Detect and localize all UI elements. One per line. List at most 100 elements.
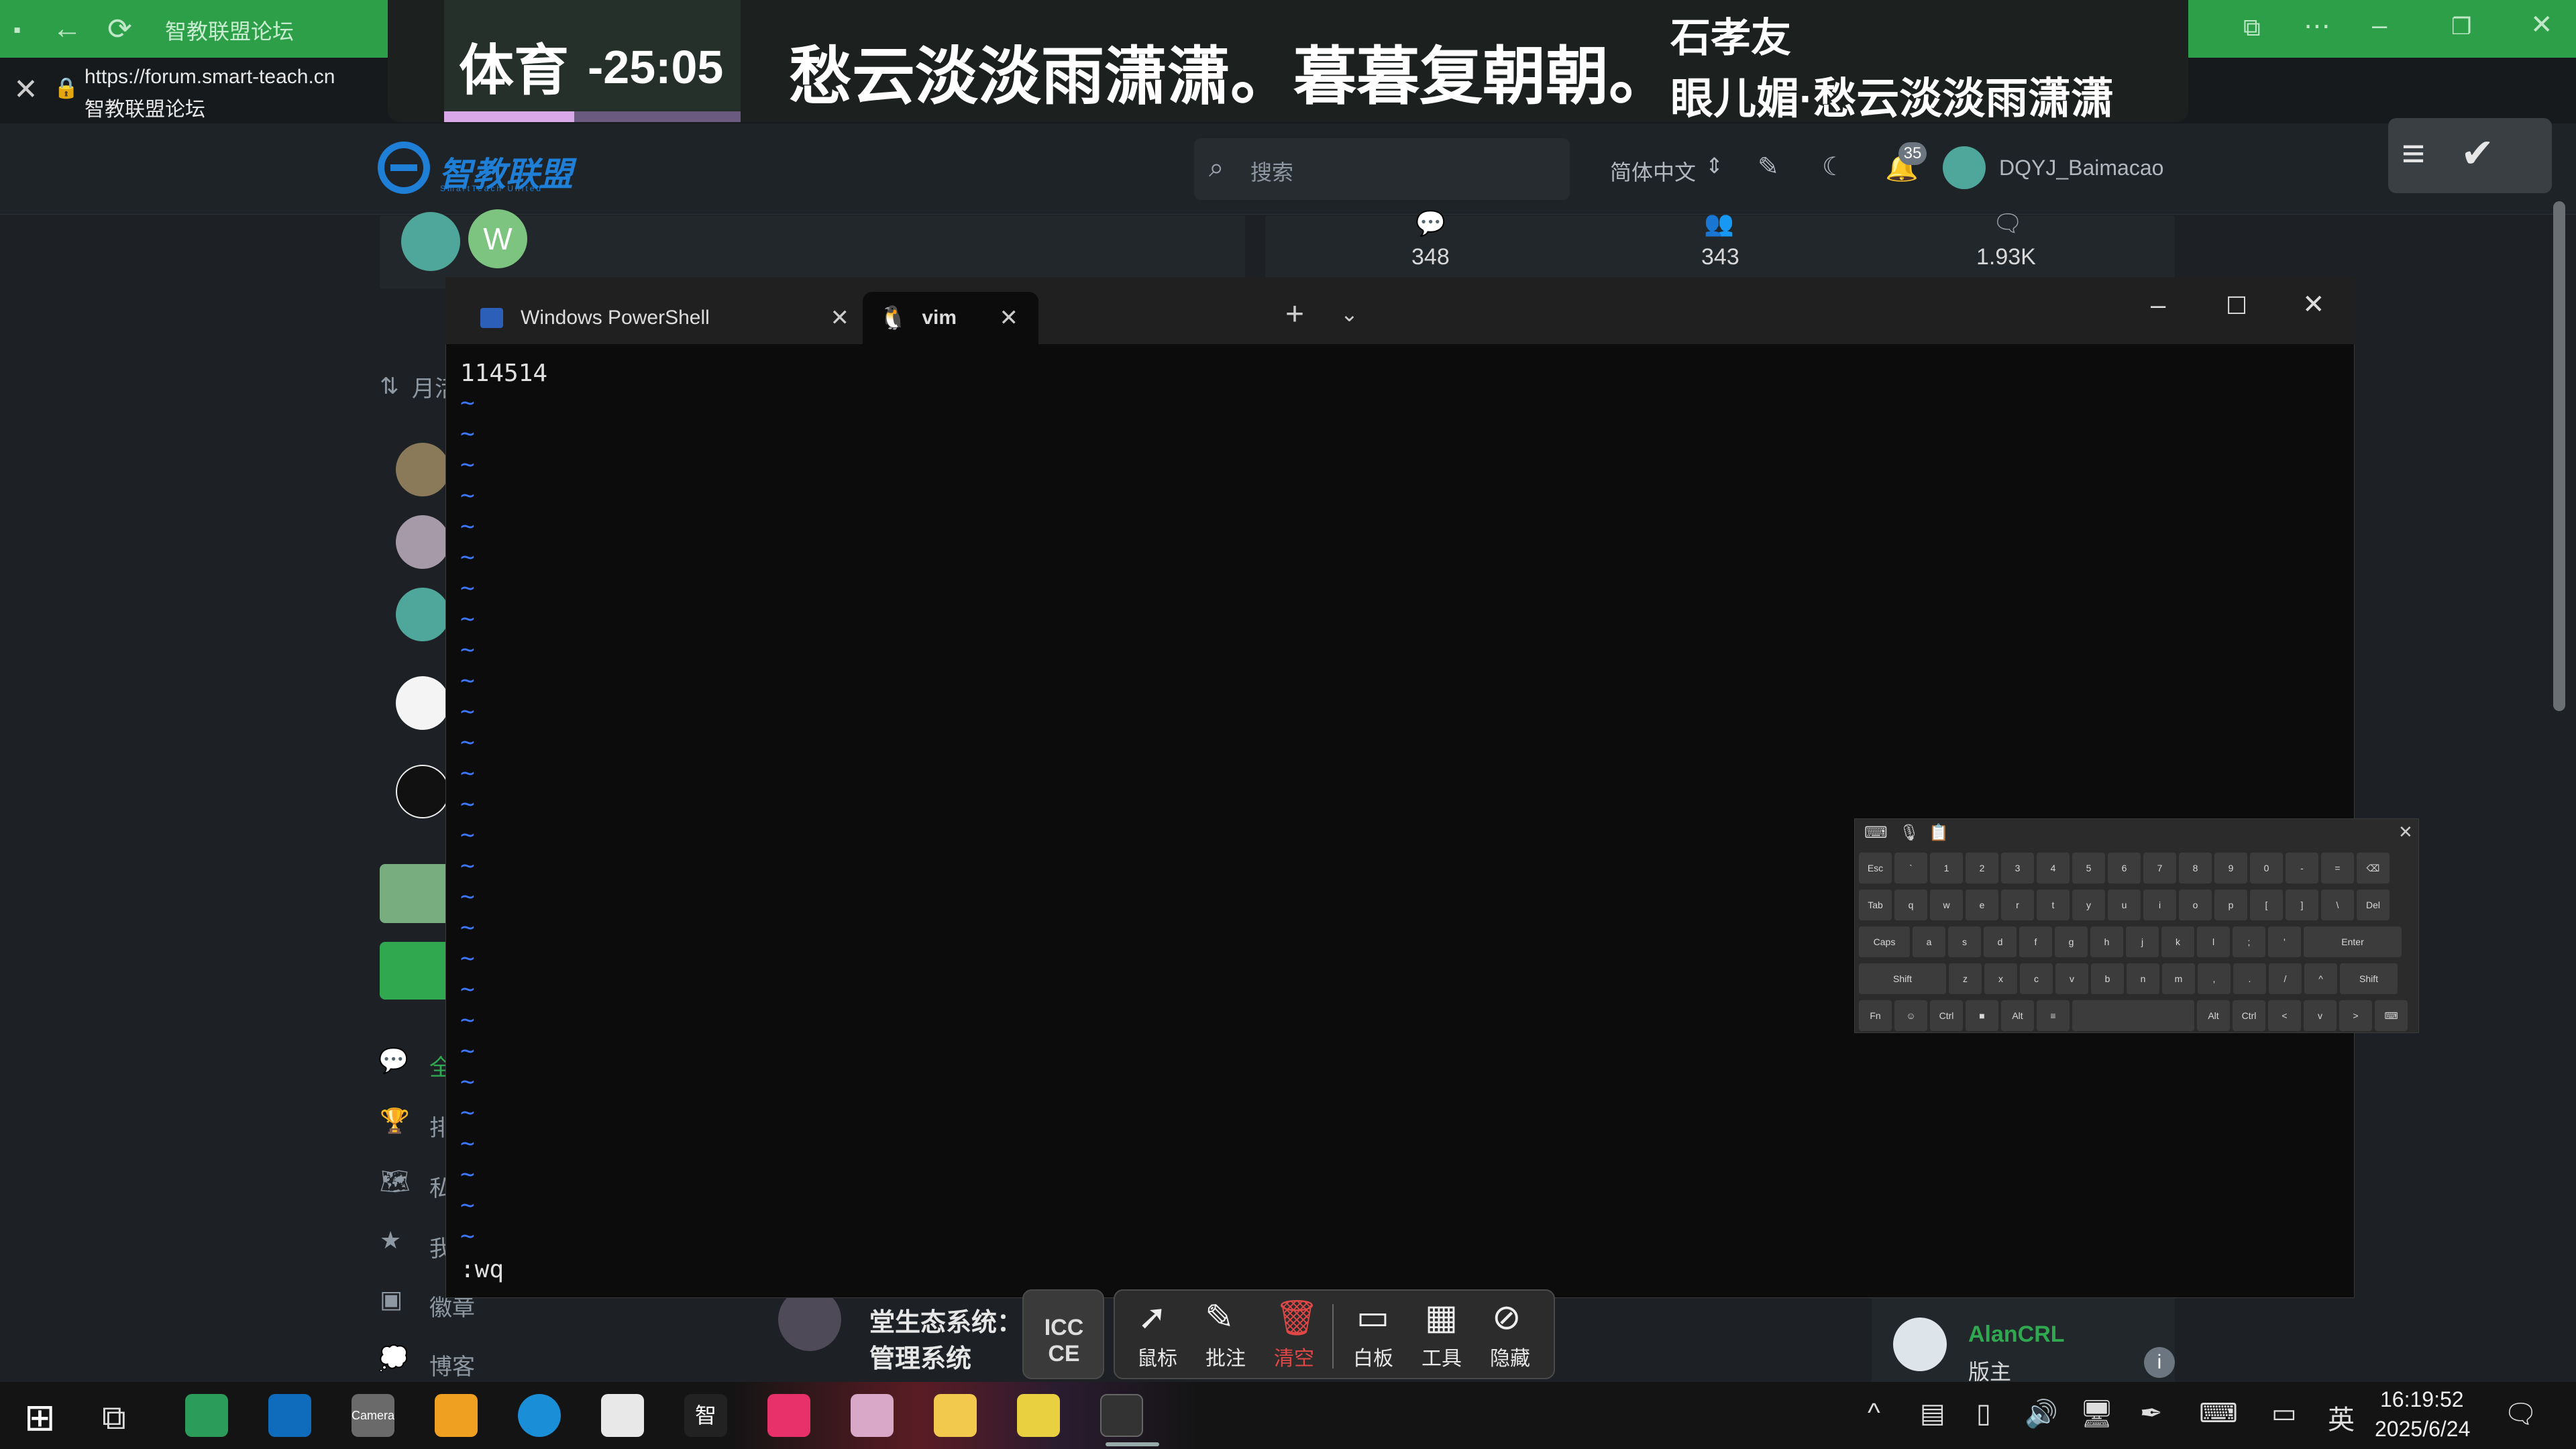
keyboard-key[interactable]: 9: [2214, 853, 2247, 883]
page-scrollbar[interactable]: [2553, 201, 2565, 711]
app-menu-icon[interactable]: ▪: [13, 17, 21, 42]
light-green-button[interactable]: [380, 864, 453, 923]
keyboard-key[interactable]: ≡: [2037, 1000, 2070, 1031]
keyboard-key[interactable]: ': [2268, 926, 2301, 957]
usb-icon[interactable]: ▯: [1976, 1398, 1991, 1429]
keyboard-key[interactable]: n: [2127, 963, 2159, 994]
notification-center-icon[interactable]: 🗨: [2504, 1398, 2538, 1430]
close-tab-icon[interactable]: ✕: [1000, 305, 1019, 331]
keyboard-settings-icon[interactable]: ⌨: [1864, 823, 1888, 843]
keyboard-key[interactable]: 1: [1930, 853, 1963, 883]
maximize-icon[interactable]: ☐: [2226, 292, 2247, 320]
hamburger-icon[interactable]: ≡: [2402, 130, 2425, 176]
keyboard-key[interactable]: 0: [2250, 853, 2283, 883]
url-text[interactable]: https://forum.smart-teach.cn: [85, 66, 335, 89]
keyboard-key[interactable]: i: [2143, 890, 2176, 920]
keyboard-key[interactable]: p: [2214, 890, 2247, 920]
keyboard-key[interactable]: l: [2197, 926, 2230, 957]
keyboard-key[interactable]: [: [2250, 890, 2283, 920]
keyboard-key[interactable]: 3: [2001, 853, 2034, 883]
keyboard-key[interactable]: Alt: [2001, 1000, 2034, 1031]
keyboard-key[interactable]: j: [2126, 926, 2159, 957]
store-icon[interactable]: [435, 1394, 478, 1437]
sidebar-item-blog[interactable]: 博客: [429, 1348, 475, 1381]
keyboard-key[interactable]: >: [2339, 1000, 2372, 1031]
icc-logo-box[interactable]: ICC CE: [1022, 1289, 1104, 1379]
app-green-icon[interactable]: [185, 1394, 228, 1437]
close-keyboard-icon[interactable]: ✕: [2398, 822, 2413, 843]
keyboard-key[interactable]: [2072, 1000, 2194, 1031]
network-icon[interactable]: 🖥: [2080, 1398, 2114, 1430]
icc-taskbar-icon[interactable]: [601, 1394, 644, 1437]
activity-avatar[interactable]: [396, 588, 449, 641]
info-icon[interactable]: i: [2144, 1347, 2175, 1378]
tray-expand-icon[interactable]: ^: [1868, 1398, 1880, 1428]
keyboard-key[interactable]: e: [1966, 890, 1998, 920]
minimize-icon[interactable]: –: [2372, 11, 2387, 41]
ink-clear[interactable]: 清空: [1264, 1342, 1324, 1371]
edit-icon[interactable]: ✎: [1758, 152, 1779, 182]
keyboard-key[interactable]: x: [1984, 963, 2017, 994]
keyboard-key[interactable]: .: [2233, 963, 2266, 994]
keyboard-key[interactable]: c: [2020, 963, 2053, 994]
moderator-name[interactable]: AlanCRL: [1968, 1322, 2065, 1348]
close-app-icon[interactable]: ✕: [13, 72, 38, 107]
ink-tools[interactable]: 工具: [1411, 1342, 1472, 1371]
keyboard-key[interactable]: 8: [2179, 853, 2212, 883]
keyboard-key[interactable]: Shift: [2340, 963, 2398, 994]
keyboard-key[interactable]: Del: [2357, 890, 2390, 920]
users-check-icon[interactable]: ✔: [2461, 130, 2494, 177]
keyboard-key[interactable]: y: [2072, 890, 2105, 920]
keyboard-key[interactable]: 4: [2037, 853, 2070, 883]
keyboard-key[interactable]: 6: [2108, 853, 2141, 883]
tab-vim[interactable]: 🐧 vim ✕: [863, 292, 1038, 344]
keyboard-key[interactable]: g: [2055, 926, 2088, 957]
keyboard-key[interactable]: 7: [2143, 853, 2176, 883]
task-view-icon[interactable]: ⧉: [102, 1398, 126, 1438]
microphone-icon[interactable]: 🎙: [1899, 823, 1919, 843]
user-avatar[interactable]: [1943, 146, 1986, 189]
ink-annotate[interactable]: 批注: [1195, 1342, 1256, 1371]
ink-mouse[interactable]: 鼠标: [1127, 1342, 1187, 1371]
edge-icon[interactable]: [518, 1394, 561, 1437]
keyboard-key[interactable]: ^: [2304, 963, 2337, 994]
member-avatar-w[interactable]: W: [468, 209, 527, 268]
ink-whiteboard[interactable]: 白板: [1343, 1342, 1403, 1371]
refresh-icon[interactable]: ⟳: [107, 12, 132, 46]
keyboard-key[interactable]: Shift: [1859, 963, 1946, 994]
keyboard-key[interactable]: ⌫: [2357, 853, 2390, 883]
keyboard-key[interactable]: Ctrl: [1930, 1000, 1963, 1031]
keyboard-key[interactable]: <: [2268, 1000, 2301, 1031]
keyboard-key[interactable]: Ctrl: [2233, 1000, 2265, 1031]
volume-icon[interactable]: 🔊: [2025, 1398, 2058, 1430]
keyboard-key[interactable]: q: [1894, 890, 1927, 920]
keyboard-key[interactable]: ☺: [1894, 1000, 1927, 1031]
clipboard-icon[interactable]: 📋: [1929, 823, 1949, 843]
vim-command-line[interactable]: :wq: [460, 1256, 504, 1283]
keyboard-key[interactable]: b: [2091, 963, 2124, 994]
clock-date[interactable]: 2025/6/24: [2375, 1417, 2470, 1442]
keyboard-key[interactable]: f: [2019, 926, 2052, 957]
activity-avatar[interactable]: [396, 443, 449, 496]
app-mode-icon[interactable]: ⧉: [2243, 13, 2261, 42]
keyboard-key[interactable]: 2: [1966, 853, 1998, 883]
camera-icon[interactable]: Camera: [352, 1394, 394, 1437]
dark-mode-icon[interactable]: ☾: [1822, 152, 1845, 182]
keyboard-key[interactable]: w: [1930, 890, 1963, 920]
keyboard-key[interactable]: Tab: [1859, 890, 1892, 920]
file-explorer-icon[interactable]: [934, 1394, 977, 1437]
keyboard-key[interactable]: Fn: [1859, 1000, 1892, 1031]
windows-start-icon[interactable]: ⊞: [24, 1395, 56, 1440]
ink-hide[interactable]: 隐藏: [1480, 1342, 1540, 1371]
close-icon[interactable]: ✕: [2302, 289, 2325, 320]
keyboard-key[interactable]: \: [2321, 890, 2354, 920]
keyboard-key[interactable]: 5: [2072, 853, 2105, 883]
restore-icon[interactable]: ❐: [2451, 13, 2471, 40]
keyboard-key[interactable]: a: [1913, 926, 1945, 957]
keyboard-key[interactable]: `: [1894, 853, 1927, 883]
keyboard-key[interactable]: Esc: [1859, 853, 1892, 883]
keyboard-key[interactable]: m: [2162, 963, 2195, 994]
zhi-app-icon[interactable]: 智: [684, 1394, 727, 1437]
pen-tray-icon[interactable]: ✒: [2140, 1398, 2163, 1429]
search-input[interactable]: ⌕ 搜索: [1194, 138, 1570, 200]
